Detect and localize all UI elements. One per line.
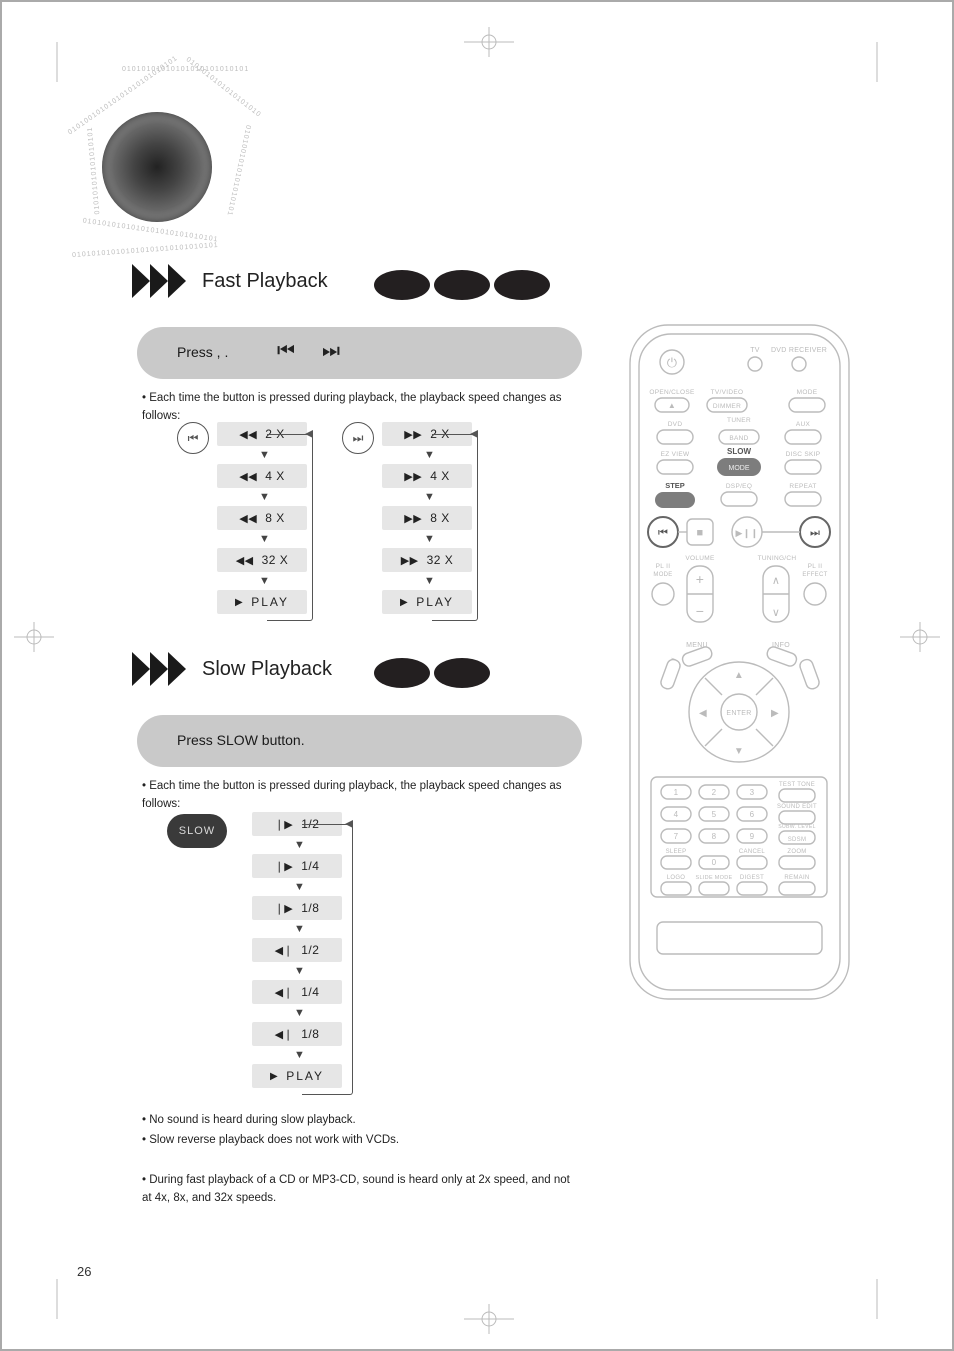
svg-text:SDSM: SDSM — [788, 837, 807, 843]
svg-text:OPEN/CLOSE: OPEN/CLOSE — [649, 389, 695, 396]
svg-text:DIGEST: DIGEST — [740, 875, 764, 881]
page-number: 26 — [77, 1264, 91, 1279]
svg-text:TUNER: TUNER — [727, 417, 751, 424]
registration-mark — [900, 622, 940, 652]
svg-text:▼: ▼ — [734, 746, 744, 757]
svg-text:BAND: BAND — [729, 435, 748, 442]
svg-text:■: ■ — [697, 527, 704, 539]
svg-text:5: 5 — [712, 810, 717, 819]
svg-text:SOUND EDIT: SOUND EDIT — [777, 804, 817, 810]
svg-text:TEST TONE: TEST TONE — [779, 782, 815, 788]
svg-text:1: 1 — [674, 788, 679, 797]
forward-circle-icon: ⏭ — [342, 422, 374, 454]
svg-text:⏭: ⏭ — [810, 527, 820, 539]
svg-text:TV: TV — [750, 347, 760, 354]
disc-tag-oval — [434, 270, 490, 300]
rewind-circle-icon: ⏮ — [177, 422, 209, 454]
svg-text:9: 9 — [750, 832, 755, 841]
reverse-speed-column: ◀◀2 X ▼ ◀◀4 X ▼ ◀◀8 X ▼ ◀◀32 X ▼ ▶PLAY — [217, 422, 307, 632]
svg-text:PL II: PL II — [808, 563, 823, 570]
svg-text:▲: ▲ — [668, 401, 676, 410]
svg-text:REPEAT: REPEAT — [789, 483, 816, 490]
registration-mark — [464, 1304, 514, 1334]
svg-text:3: 3 — [750, 788, 755, 797]
slow-button-icon: SLOW — [167, 814, 227, 848]
speaker-graphic: 010100101010101010101010101 010101010101… — [62, 72, 252, 262]
note-text: • No sound is heard during slow playback… — [142, 1112, 572, 1130]
svg-text:DVD RECEIVER: DVD RECEIVER — [771, 347, 827, 354]
svg-text:DIMMER: DIMMER — [713, 403, 741, 410]
svg-text:2: 2 — [712, 788, 717, 797]
svg-text:∨: ∨ — [772, 607, 780, 619]
disc-tag-oval — [374, 658, 430, 688]
svg-text:4: 4 — [674, 810, 679, 819]
svg-text:8: 8 — [712, 832, 717, 841]
svg-text:∧: ∧ — [772, 575, 780, 587]
svg-text:⏻: ⏻ — [667, 355, 678, 370]
registration-mark — [14, 622, 54, 652]
remote-control-diagram: .st{stroke:#bbb;stroke-width:1.4;fill:no… — [627, 322, 852, 1002]
svg-text:VOLUME: VOLUME — [685, 555, 715, 562]
note-text: • Each time the button is pressed during… — [142, 390, 572, 426]
slow-speed-column: ❘▶1/2 ▼ ❘▶1/4 ▼ ❘▶1/8 ▼ ◀❘1/2 ▼ ◀❘1/4 ▼ … — [252, 812, 342, 1106]
instruction-band-slow: Press SLOW button. — [137, 715, 582, 767]
disc-tag-oval — [494, 270, 550, 300]
svg-text:CANCEL: CANCEL — [739, 849, 766, 855]
svg-text:SLIDE MODE: SLIDE MODE — [696, 875, 733, 881]
svg-text:TUNING/CH: TUNING/CH — [758, 555, 797, 562]
manual-page: 010100101010101010101010101 010101010101… — [0, 0, 954, 1351]
svg-text:DSP/EQ: DSP/EQ — [726, 483, 752, 490]
svg-text:DISC SKIP: DISC SKIP — [786, 451, 821, 458]
chevrons-icon — [132, 264, 192, 298]
disc-tag-oval — [434, 658, 490, 688]
svg-text:⏮: ⏮ — [658, 527, 668, 539]
svg-text:SLOW: SLOW — [727, 447, 751, 456]
svg-text:LOGO: LOGO — [667, 875, 686, 881]
svg-text:MODE: MODE — [653, 572, 672, 578]
svg-text:EFFECT: EFFECT — [802, 572, 827, 578]
prev-icon: ⏮ — [277, 340, 289, 363]
svg-text:0: 0 — [712, 858, 717, 867]
disc-tag-oval — [374, 270, 430, 300]
svg-text:DVD: DVD — [668, 421, 683, 428]
note-text: • Slow reverse playback does not work wi… — [142, 1132, 572, 1150]
instruction-band-fast: Press , . ⏮ ⏭ — [137, 327, 582, 379]
svg-text:+: + — [696, 571, 704, 587]
svg-text:SUBW. LEVEL: SUBW. LEVEL — [778, 824, 816, 830]
note-text: • Each time the button is pressed during… — [142, 778, 572, 814]
svg-text:TV/VIDEO: TV/VIDEO — [711, 389, 744, 396]
next-icon: ⏭ — [322, 340, 334, 363]
forward-speed-column: ▶▶2 X ▼ ▶▶4 X ▼ ▶▶8 X ▼ ▶▶32 X ▼ ▶PLAY — [382, 422, 472, 632]
svg-text:EZ VIEW: EZ VIEW — [661, 451, 690, 458]
svg-text:◀: ◀ — [699, 708, 707, 719]
svg-text:ENTER: ENTER — [726, 710, 751, 717]
svg-text:▶❙❙: ▶❙❙ — [736, 528, 759, 539]
crop-mark — [42, 1279, 72, 1319]
svg-text:SLEEP: SLEEP — [666, 849, 687, 855]
chevrons-icon — [132, 652, 192, 686]
svg-text:MODE: MODE — [729, 465, 750, 472]
svg-text:7: 7 — [674, 832, 679, 841]
band-text: Press , . — [177, 344, 228, 360]
svg-text:6: 6 — [750, 810, 755, 819]
note-text: • During fast playback of a CD or MP3-CD… — [142, 1172, 582, 1208]
section-title-fast: Fast Playback — [202, 270, 328, 293]
svg-text:STEP: STEP — [665, 481, 685, 490]
band-text: Press SLOW button. — [177, 732, 305, 748]
svg-text:REMAIN: REMAIN — [784, 875, 809, 881]
svg-text:AUX: AUX — [796, 421, 811, 428]
registration-mark — [464, 27, 514, 57]
svg-text:−: − — [696, 603, 704, 619]
svg-text:PL II: PL II — [656, 563, 671, 570]
crop-mark — [862, 1279, 892, 1319]
svg-text:MODE: MODE — [797, 389, 818, 396]
section-title-slow: Slow Playback — [202, 658, 332, 681]
svg-text:▲: ▲ — [734, 670, 744, 681]
crop-mark — [862, 42, 892, 82]
svg-text:ZOOM: ZOOM — [787, 849, 806, 855]
svg-text:▶: ▶ — [771, 708, 779, 719]
